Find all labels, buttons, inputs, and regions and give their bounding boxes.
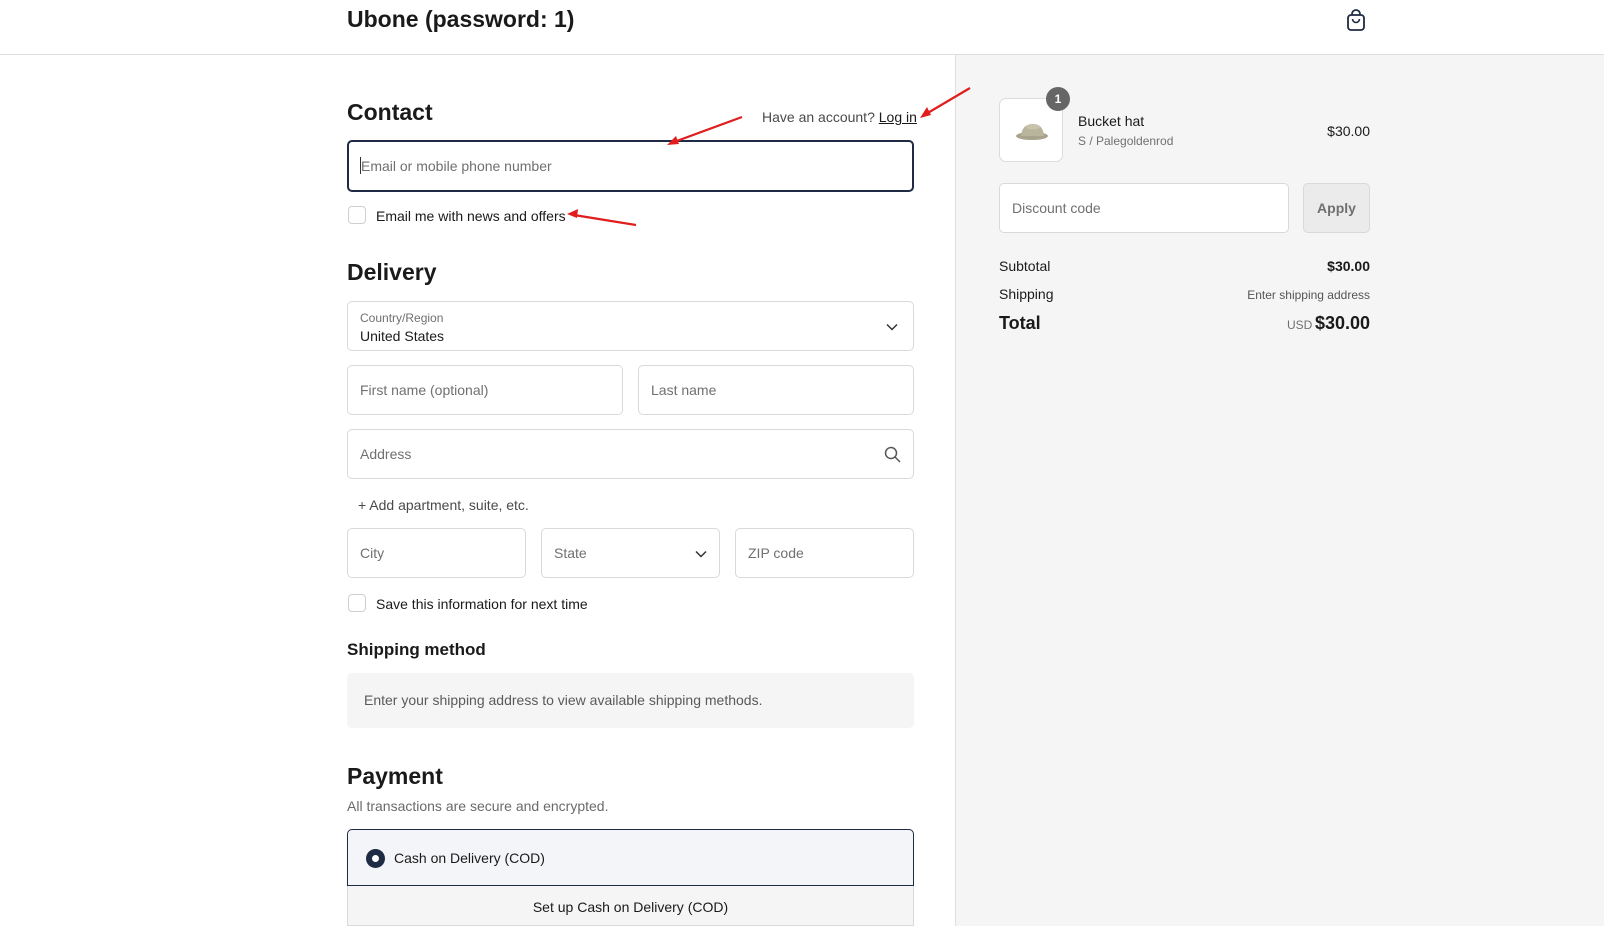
shipping-info-box: Enter your shipping address to view avai…: [347, 673, 914, 728]
annotation-arrow-email: [673, 115, 743, 144]
annotation-arrow-news: [573, 213, 637, 227]
radio-selected[interactable]: [366, 849, 385, 868]
chevron-down-icon: [695, 550, 707, 558]
delivery-heading: Delivery: [347, 259, 437, 285]
last-name-placeholder: Last name: [651, 382, 717, 398]
first-name-field[interactable]: First name (optional): [347, 365, 623, 415]
header: Ubone (password: 1): [0, 0, 1604, 55]
payment-heading: Payment: [347, 763, 443, 789]
discount-placeholder: Discount code: [1012, 200, 1101, 216]
save-info-label[interactable]: Save this information for next time: [376, 596, 588, 612]
chevron-down-icon: [886, 323, 898, 331]
product-price: $30.00: [1327, 123, 1370, 139]
city-placeholder: City: [360, 545, 385, 561]
news-checkbox[interactable]: [348, 206, 366, 224]
last-name-field[interactable]: Last name: [638, 365, 914, 415]
quantity-badge: 1: [1046, 87, 1070, 111]
product-variant: S / Palegoldenrod: [1078, 134, 1174, 148]
email-field[interactable]: Email or mobile phone number: [347, 140, 914, 192]
country-label: Country/Region: [360, 311, 444, 325]
shipping-value: Enter shipping address: [1247, 288, 1370, 302]
subtotal-label: Subtotal: [999, 258, 1051, 274]
shop-title[interactable]: Ubone (password: 1): [347, 6, 574, 33]
payment-option-detail: Set up Cash on Delivery (COD): [347, 886, 914, 926]
contact-heading: Contact: [347, 99, 433, 125]
account-prompt: Have an account? Log in: [762, 109, 917, 125]
annotation-arrowhead-news: [567, 209, 578, 218]
first-name-placeholder: First name (optional): [360, 382, 489, 398]
city-field[interactable]: City: [347, 528, 526, 578]
state-placeholder: State: [554, 545, 587, 561]
shipping-info-text: Enter your shipping address to view avai…: [364, 692, 763, 708]
email-placeholder: Email or mobile phone number: [361, 158, 552, 174]
payment-option-cod[interactable]: Cash on Delivery (COD): [347, 829, 914, 886]
payment-detail-text: Set up Cash on Delivery (COD): [532, 899, 729, 915]
payment-option-label: Cash on Delivery (COD): [394, 850, 545, 866]
address-placeholder: Address: [360, 446, 412, 462]
shopping-bag-icon[interactable]: [1346, 9, 1366, 31]
add-apartment-link[interactable]: + Add apartment, suite, etc.: [358, 497, 529, 513]
country-value: United States: [360, 328, 445, 344]
country-select[interactable]: Country/Region United States: [347, 301, 914, 351]
search-icon[interactable]: [884, 446, 901, 463]
zip-placeholder: ZIP code: [748, 545, 804, 561]
product-name: Bucket hat: [1078, 113, 1145, 129]
discount-code-field[interactable]: Discount code: [999, 183, 1289, 233]
save-info-checkbox[interactable]: [348, 594, 366, 612]
state-select[interactable]: State: [541, 528, 720, 578]
total-value: $30.00: [1314, 313, 1370, 333]
address-field[interactable]: Address: [347, 429, 914, 479]
annotation-arrowhead-login: [920, 107, 931, 118]
payment-subtitle: All transactions are secure and encrypte…: [347, 798, 609, 814]
account-prompt-text: Have an account?: [762, 109, 875, 125]
bucket-hat-image: [1016, 124, 1048, 140]
shipping-label: Shipping: [999, 286, 1054, 302]
shipping-method-heading: Shipping method: [347, 640, 486, 659]
zip-field[interactable]: ZIP code: [735, 528, 914, 578]
login-link[interactable]: Log in: [879, 109, 917, 125]
news-checkbox-label[interactable]: Email me with news and offers: [376, 208, 566, 224]
total-label: Total: [999, 313, 1041, 333]
apply-button[interactable]: Apply: [1303, 183, 1370, 233]
subtotal-value: $30.00: [1327, 258, 1370, 274]
